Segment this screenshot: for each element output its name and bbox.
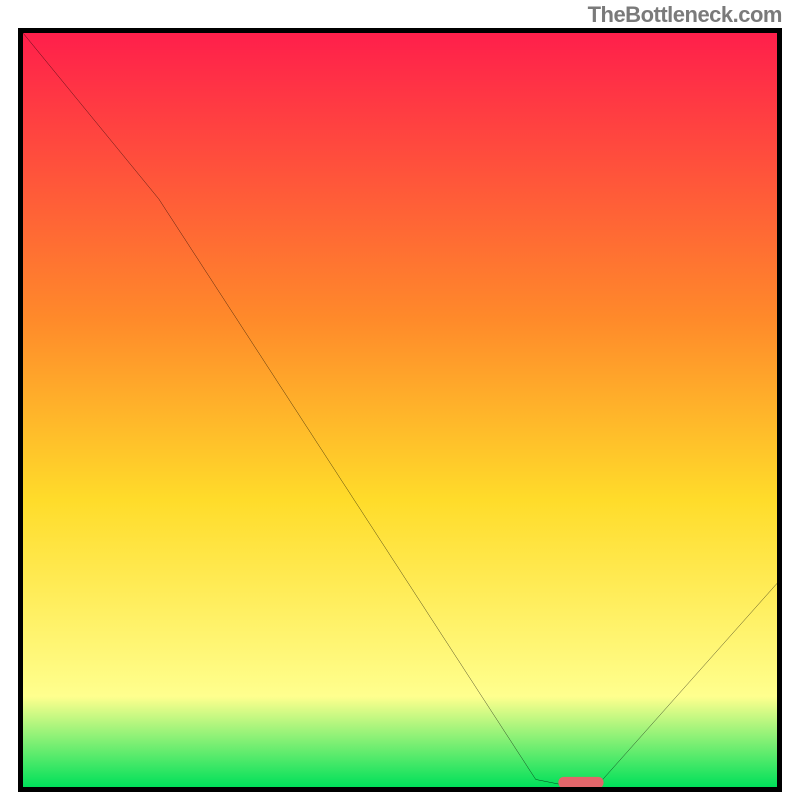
optimal-range-marker: [558, 777, 603, 787]
gradient-background: [23, 33, 777, 787]
chart-svg: [23, 33, 777, 787]
chart-frame: [18, 28, 782, 792]
watermark-text: TheBottleneck.com: [588, 2, 782, 28]
